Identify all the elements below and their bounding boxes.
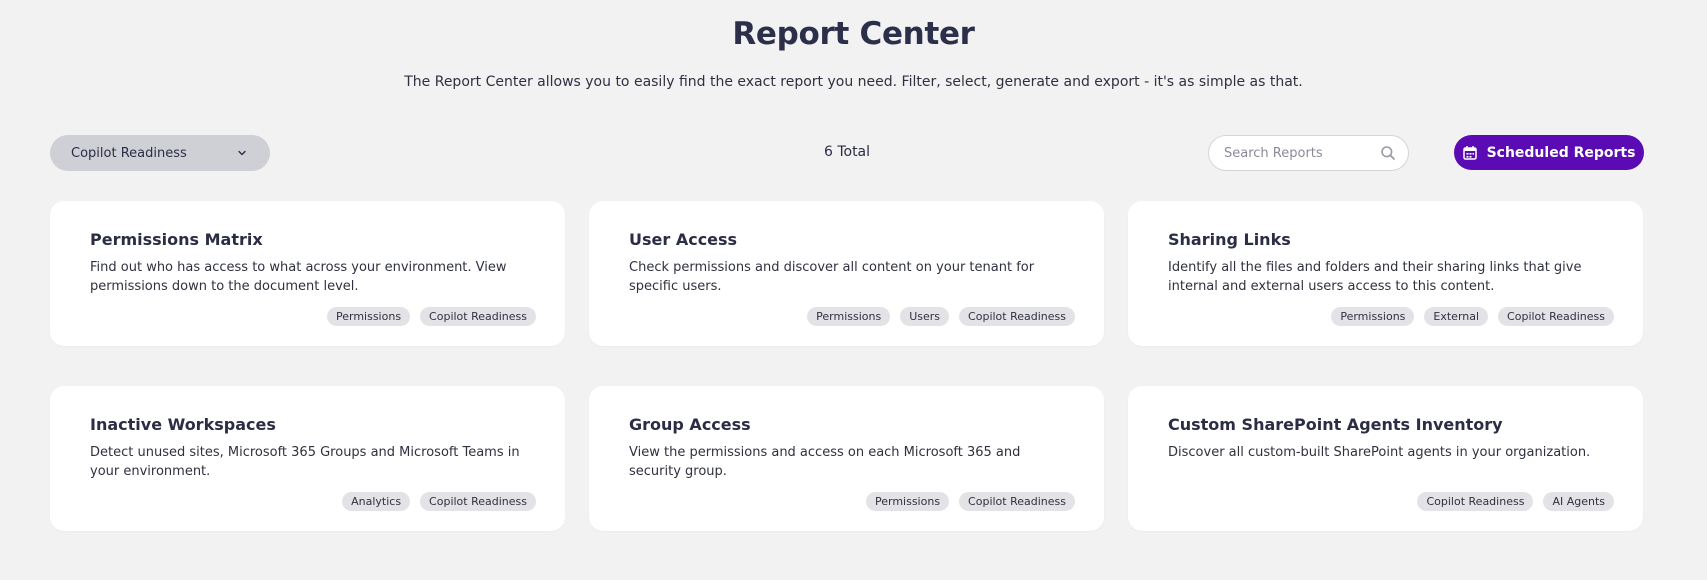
tag-badge: Copilot Readiness (1417, 492, 1534, 511)
chevron-down-icon (238, 150, 246, 156)
tag-badge: Copilot Readiness (1498, 307, 1614, 326)
toolbar: Copilot Readiness 6 Total Search Reports… (50, 135, 1644, 171)
tag-badge: Analytics (342, 492, 411, 511)
report-card-group-access[interactable]: Group Access View the permissions and ac… (589, 386, 1104, 531)
tag-badge: Users (900, 307, 950, 326)
tag-badge: Permissions (326, 307, 411, 326)
report-card-inactive-workspaces[interactable]: Inactive Workspaces Detect unused sites,… (50, 386, 565, 531)
search-icon[interactable] (1380, 145, 1396, 161)
report-title: Permissions Matrix (90, 230, 263, 249)
report-tags: Copilot Readiness AI Agents (1417, 492, 1614, 511)
report-description: Detect unused sites, Microsoft 365 Group… (90, 445, 520, 479)
report-description: Find out who has access to what across y… (90, 260, 507, 294)
report-card-user-access[interactable]: User Access Check permissions and discov… (589, 201, 1104, 346)
scheduled-reports-label: Scheduled Reports (1486, 144, 1636, 161)
report-center-page: Report Center The Report Center allows y… (0, 0, 1707, 580)
report-description: Discover all custom-built SharePoint age… (1168, 445, 1591, 460)
search-input[interactable] (1224, 145, 1380, 161)
report-title: Sharing Links (1168, 230, 1291, 249)
report-card-permissions-matrix[interactable]: Permissions Matrix Find out who has acce… (50, 201, 565, 346)
report-title: Custom SharePoint Agents Inventory (1168, 415, 1503, 434)
category-filter-value: Copilot Readiness (71, 145, 187, 161)
page-title: Report Center (732, 16, 975, 52)
tag-badge: Permissions (1331, 307, 1415, 326)
calendar-icon (1462, 145, 1477, 160)
tag-badge: Permissions (865, 492, 950, 511)
search-box (1208, 135, 1409, 171)
report-description: Check permissions and discover all conte… (629, 260, 1035, 294)
tag-badge: Copilot Readiness (959, 307, 1075, 326)
report-tags: Permissions Copilot Readiness (865, 492, 1075, 511)
report-tags: Permissions Copilot Readiness (326, 307, 536, 326)
tag-badge: Copilot Readiness (959, 492, 1075, 511)
report-tags: Permissions External Copilot Readiness (1331, 307, 1614, 326)
tag-badge: Copilot Readiness (420, 492, 536, 511)
category-filter-dropdown[interactable]: Copilot Readiness (50, 135, 270, 171)
report-tags: Analytics Copilot Readiness (342, 492, 536, 511)
tag-badge: AI Agents (1543, 492, 1614, 511)
tag-badge: Permissions (807, 307, 891, 326)
report-card-sharing-links[interactable]: Sharing Links Identify all the files and… (1128, 201, 1643, 346)
page-subtitle: The Report Center allows you to easily f… (404, 74, 1303, 90)
report-title: User Access (629, 230, 738, 249)
report-description: View the permissions and access on each … (629, 445, 1021, 479)
report-tags: Permissions Users Copilot Readiness (807, 307, 1075, 326)
report-card-custom-sharepoint-agents-inventory[interactable]: Custom SharePoint Agents Inventory Disco… (1128, 386, 1643, 531)
report-description: Identify all the files and folders and t… (1168, 260, 1582, 294)
tag-badge: External (1424, 307, 1489, 326)
scheduled-reports-button[interactable]: Scheduled Reports (1454, 135, 1644, 170)
tag-badge: Copilot Readiness (420, 307, 536, 326)
report-title: Group Access (629, 415, 751, 434)
report-title: Inactive Workspaces (90, 415, 276, 434)
